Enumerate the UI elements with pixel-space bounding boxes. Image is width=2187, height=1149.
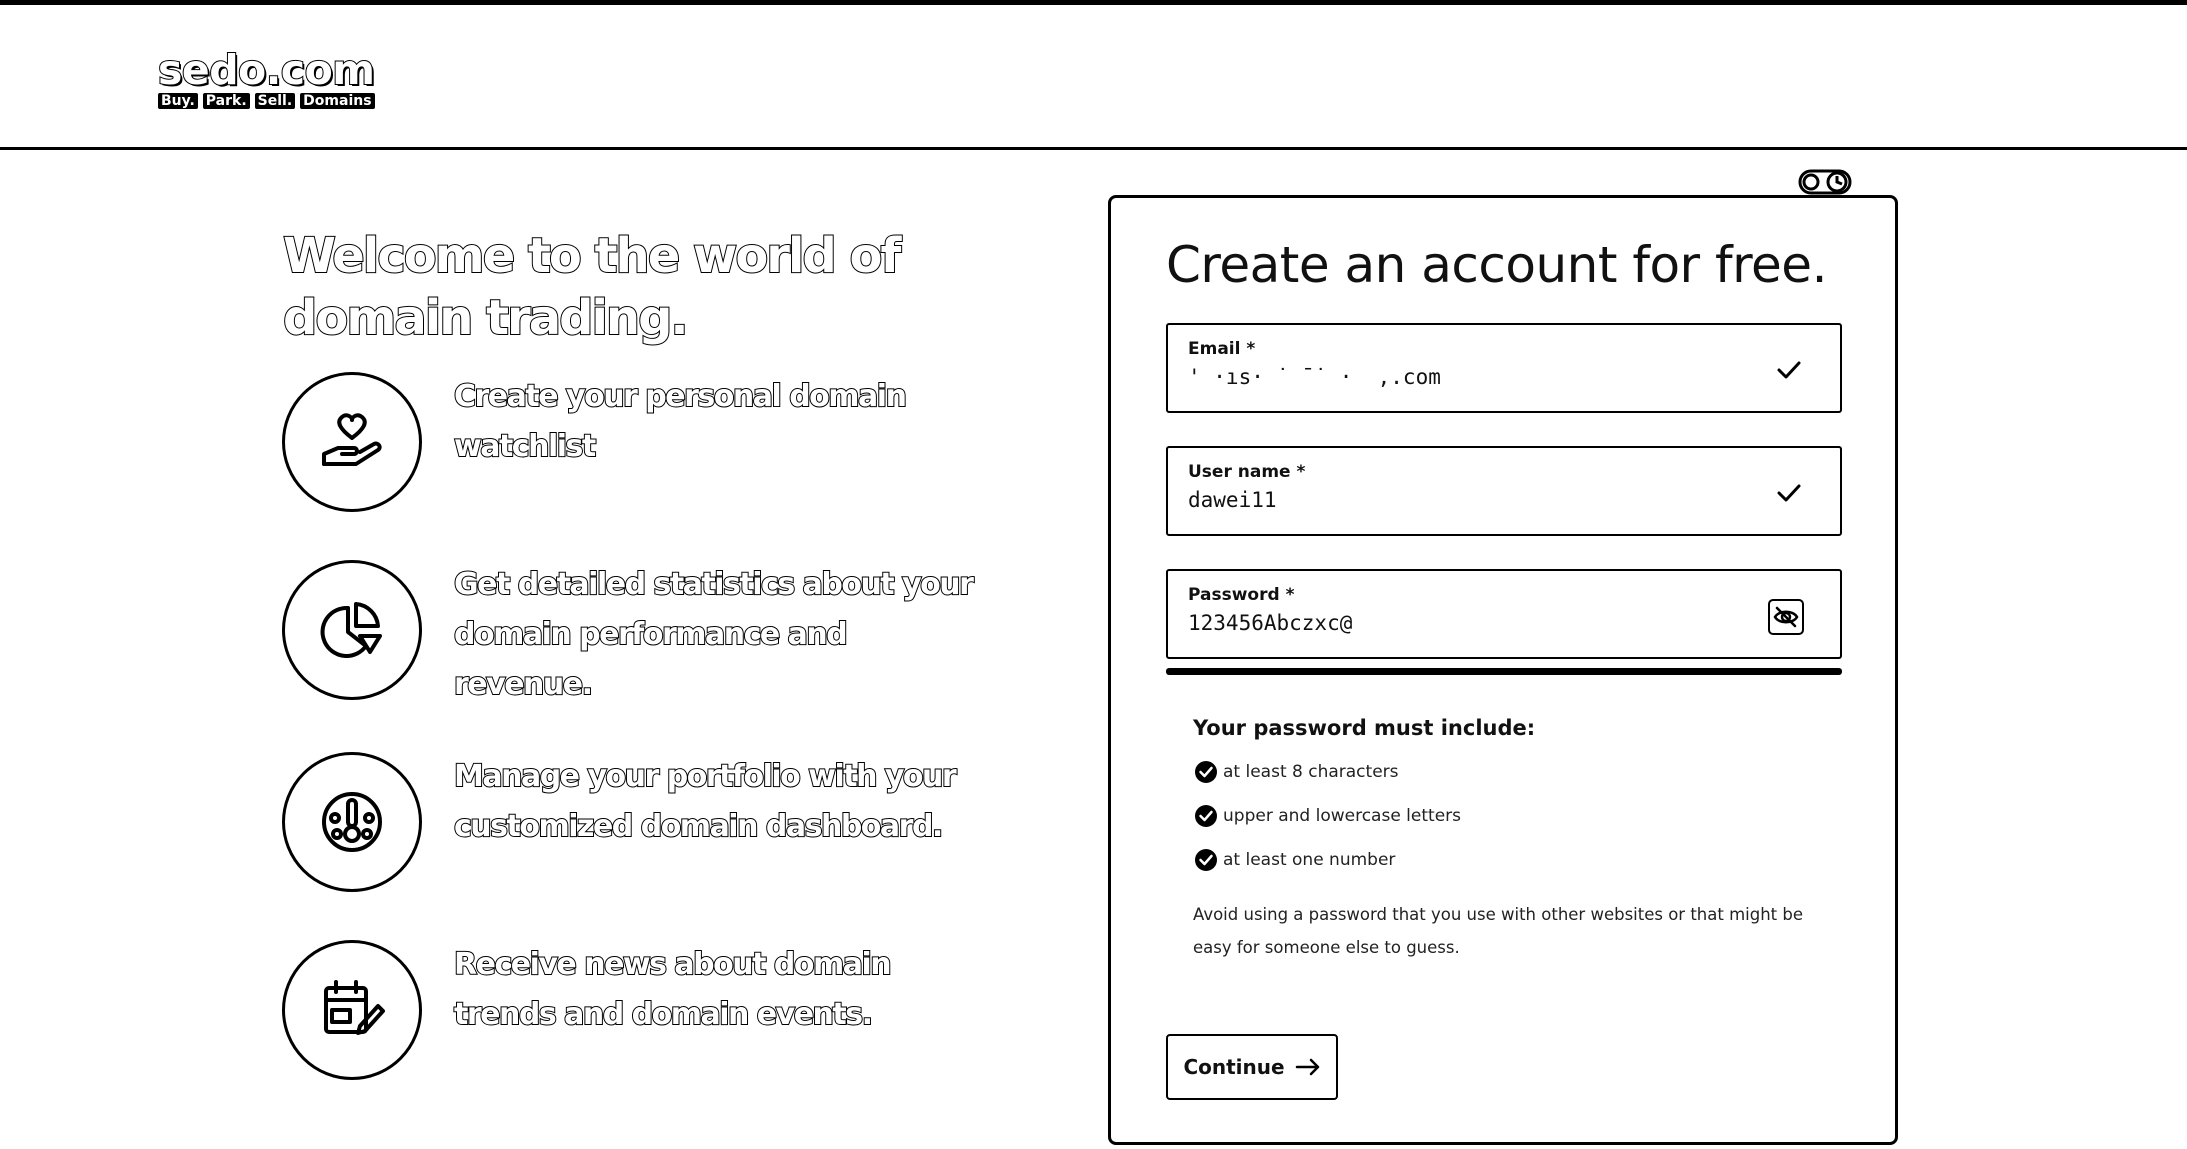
check-circle-icon xyxy=(1195,849,1217,871)
pie-chart-icon xyxy=(282,560,422,700)
password-strength-bar xyxy=(1166,668,1842,675)
dashboard-gauge-icon xyxy=(282,752,422,892)
hand-heart-icon xyxy=(282,372,422,512)
email-field[interactable]: Email * xyxy=(1166,323,1842,413)
password-field[interactable]: Password * xyxy=(1166,569,1842,659)
sedo-logo[interactable]: sedo.com Buy. Park. Sell. Domains xyxy=(157,46,376,109)
logo-tag: Buy. xyxy=(158,93,198,109)
calendar-edit-icon xyxy=(282,940,422,1080)
feature-text: Get detailed statistics about your domai… xyxy=(453,566,975,703)
eye-off-icon xyxy=(1773,606,1799,628)
toggle-icon[interactable] xyxy=(1798,168,1854,196)
logo-tag: Sell. xyxy=(254,93,296,109)
password-rule: upper and lowercase letters xyxy=(1193,803,1461,829)
form-title: Create an account for free. xyxy=(1166,236,1827,294)
feature-item-dashboard: Manage your portfolio with your customiz… xyxy=(282,752,1042,892)
password-input[interactable] xyxy=(1188,611,1748,635)
hero-title: Welcome to the world of domain trading. xyxy=(282,227,902,347)
password-rule-text: at least one number xyxy=(1223,850,1396,870)
logo-wordmark: sedo.com xyxy=(157,46,376,94)
header-divider xyxy=(0,147,2187,150)
arrow-right-icon xyxy=(1295,1058,1319,1076)
check-icon xyxy=(1777,484,1801,502)
logo-tagline: Buy. Park. Sell. Domains xyxy=(158,93,375,109)
password-rule-text: at least 8 characters xyxy=(1223,762,1399,782)
email-input[interactable] xyxy=(1188,365,1748,389)
continue-button[interactable]: Continue xyxy=(1166,1034,1338,1100)
feature-text: Manage your portfolio with your customiz… xyxy=(453,758,958,845)
username-label: User name * xyxy=(1188,462,1306,482)
signup-card: Create an account for free. Email * User… xyxy=(1108,195,1898,1145)
feature-item-watchlist: Create your personal domain watchlist xyxy=(282,372,1042,512)
username-field[interactable]: User name * xyxy=(1166,446,1842,536)
feature-text: Receive news about domain trends and dom… xyxy=(453,946,893,1033)
password-label: Password * xyxy=(1188,585,1295,605)
continue-label: Continue xyxy=(1183,1055,1285,1079)
password-rule-text: upper and lowercase letters xyxy=(1223,806,1461,826)
check-circle-icon xyxy=(1195,761,1217,783)
username-input[interactable] xyxy=(1188,488,1748,512)
logo-tag: Domains xyxy=(300,93,375,109)
check-icon xyxy=(1777,361,1801,379)
password-rules-title: Your password must include: xyxy=(1193,716,1536,740)
feature-item-statistics: Get detailed statistics about your domai… xyxy=(282,560,1042,710)
email-label: Email * xyxy=(1188,339,1256,359)
password-rule: at least 8 characters xyxy=(1193,759,1399,785)
password-visibility-toggle[interactable] xyxy=(1768,599,1804,635)
check-circle-icon xyxy=(1195,805,1217,827)
logo-tag: Park. xyxy=(202,93,250,109)
password-rule: at least one number xyxy=(1193,847,1395,873)
password-hint: Avoid using a password that you use with… xyxy=(1193,905,1804,957)
feature-text: Create your personal domain watchlist xyxy=(453,378,908,465)
top-border xyxy=(0,0,2187,5)
feature-item-news: Receive news about domain trends and dom… xyxy=(282,940,1042,1080)
